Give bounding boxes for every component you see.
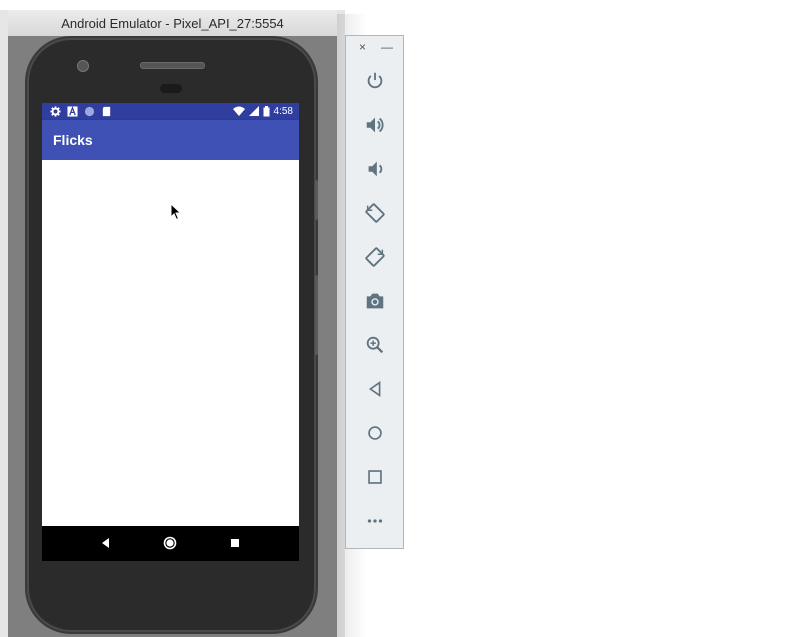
navigation-bar [42,526,299,561]
back-icon [368,380,381,398]
window-title-bar[interactable]: Android Emulator - Pixel_API_27:5554 [8,10,337,37]
status-icons-right: 4:58 [232,104,293,119]
status-clock: 4:58 [273,106,293,117]
volume-side-button[interactable] [315,275,318,355]
signal-icon [248,106,259,116]
home-icon [368,426,382,440]
rotate-left-button[interactable] [363,201,387,225]
rotate-left-icon [365,203,385,223]
status-icons-left [50,105,112,118]
battery-icon [263,106,270,117]
power-icon [367,72,383,89]
close-button[interactable]: × [359,40,366,54]
circle-icon [84,106,95,117]
recents-icon[interactable] [228,536,242,550]
overview-icon [368,470,382,484]
wifi-icon [232,106,245,116]
app-title: Flicks [53,132,93,148]
proximity-sensor [160,84,182,93]
home-button[interactable] [363,421,387,445]
window-title: Android Emulator - Pixel_API_27:5554 [61,16,284,31]
rotate-right-icon [365,247,385,267]
back-icon[interactable] [99,536,113,550]
app-bar: Flicks [42,120,299,160]
rotate-right-button[interactable] [363,245,387,269]
sd-card-icon [102,106,111,117]
mouse-cursor-icon [170,203,182,221]
volume-up-button[interactable] [363,113,387,137]
front-camera [77,60,89,72]
earpiece-speaker [140,62,205,69]
more-button[interactable] [363,509,387,533]
screenshot-button[interactable] [363,289,387,313]
power-button[interactable] [363,69,387,93]
overview-button[interactable] [363,465,387,489]
volume-down-button[interactable] [363,157,387,181]
a-letter-icon [67,106,78,117]
emulator-toolbar: × — [345,35,404,549]
back-button[interactable] [363,377,387,401]
power-side-button[interactable] [315,180,318,220]
home-icon[interactable] [163,536,177,550]
volume-up-icon [366,117,384,133]
status-bar: 4:58 [42,103,299,120]
settings-icon [50,106,61,117]
more-icon [367,519,383,523]
volume-down-icon [368,161,383,177]
zoom-button[interactable] [363,333,387,357]
camera-icon [366,293,384,309]
zoom-icon [366,336,384,354]
minimize-button[interactable]: — [381,40,393,54]
phone-screen[interactable]: 4:58 Flicks [42,103,299,561]
